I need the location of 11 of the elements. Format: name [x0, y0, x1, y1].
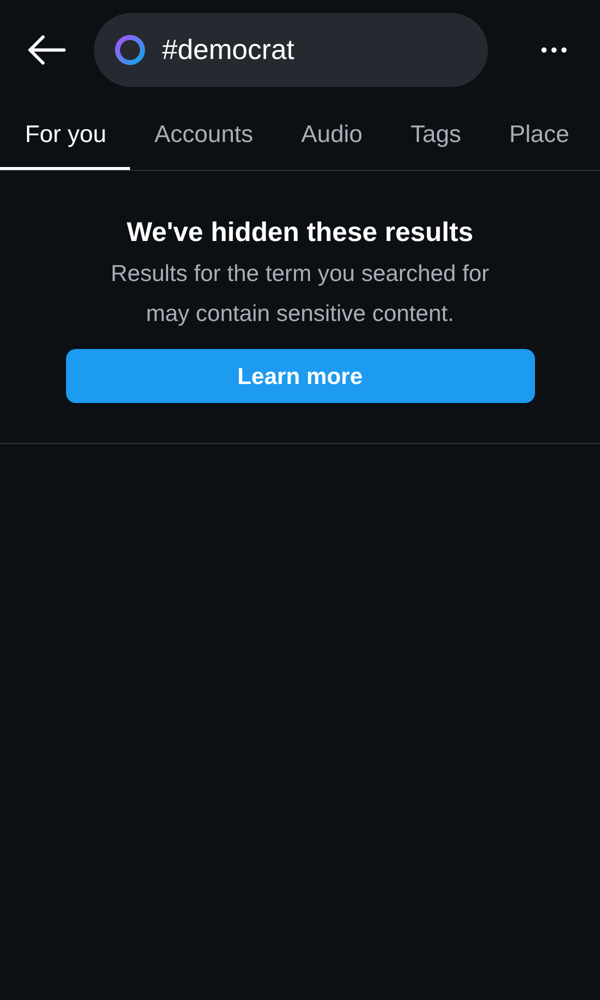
- tab[interactable]: Place: [485, 100, 570, 170]
- tab[interactable]: For you: [0, 100, 130, 170]
- more-icon: [540, 46, 568, 54]
- notice-text: Results for the term you searched for may contain sensitive content.: [110, 259, 490, 328]
- tab[interactable]: Audio: [277, 100, 386, 170]
- tab[interactable]: Accounts: [130, 100, 278, 170]
- back-arrow-icon: [26, 35, 66, 65]
- search-field[interactable]: #democrat: [94, 13, 488, 87]
- ring-icon: [114, 34, 146, 66]
- tab[interactable]: Tags: [386, 100, 486, 170]
- notice-title: We've hidden these results: [126, 216, 474, 249]
